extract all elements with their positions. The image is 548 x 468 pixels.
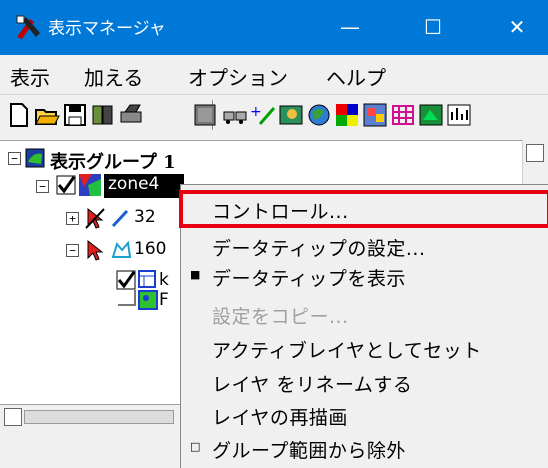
zone-label[interactable]: zone4	[108, 174, 159, 194]
status-area	[0, 430, 180, 468]
table-icon	[138, 270, 156, 288]
maximize-button[interactable]: ☐	[405, 0, 461, 55]
menu-item-show-datatips[interactable]: データティップを表示	[212, 264, 406, 291]
color-grid-icon[interactable]	[334, 102, 360, 128]
menu-item-rename-layer[interactable]: レイヤ をリネームする	[212, 370, 412, 397]
add-layer-icon[interactable]: +	[250, 102, 276, 128]
open-file-icon[interactable]	[34, 102, 60, 128]
menu-item-exclude-from-group[interactable]: グループ範囲から除外	[212, 436, 406, 463]
scroll-left-button[interactable]	[4, 408, 22, 426]
collapse-group-toggle[interactable]: −	[8, 152, 21, 165]
scroll-up-button[interactable]	[526, 144, 544, 162]
collapse-layer-toggle[interactable]: −	[66, 244, 79, 257]
unchecked-box-edge	[134, 290, 136, 306]
group-map-icon	[25, 148, 45, 168]
expand-layer-toggle[interactable]: +	[66, 212, 79, 225]
layer-icon[interactable]	[90, 102, 116, 128]
save-icon[interactable]	[62, 102, 88, 128]
menu-item-datatip-settings[interactable]: データティップの設定...	[212, 234, 425, 261]
menu-item-redraw-layer[interactable]: レイヤの再描画	[212, 403, 348, 430]
raster-layer-icon	[79, 174, 101, 196]
sublayer-label-k[interactable]: k	[159, 270, 169, 290]
menu-options[interactable]: オプション	[188, 62, 288, 91]
collapse-zone-toggle[interactable]: −	[36, 180, 49, 193]
chart-icon[interactable]	[446, 102, 472, 128]
checkbox-marker-icon: □	[190, 440, 201, 453]
cursor-layer-icon[interactable]	[84, 238, 106, 262]
layer-label-32[interactable]: 32	[134, 207, 156, 227]
menu-item-control[interactable]: コントロール...	[212, 197, 349, 224]
app-icon	[16, 15, 40, 39]
map-icon[interactable]	[278, 102, 304, 128]
tree-icon[interactable]	[418, 102, 444, 128]
close-button[interactable]: ✕	[489, 0, 545, 55]
menu-add[interactable]: 加える	[84, 62, 143, 91]
polygon-layer-icon	[111, 240, 132, 258]
menu-item-set-active-layer[interactable]: アクティブレイヤとしてセット	[212, 336, 482, 363]
checkmark-icon[interactable]	[56, 175, 76, 195]
layer-label-160[interactable]: 160	[134, 239, 166, 259]
checkmark-icon[interactable]	[116, 270, 136, 290]
menu-item-copy-settings: 設定をコピー...	[212, 306, 349, 328]
hidden-layer-icon[interactable]	[84, 206, 106, 230]
vehicles-icon[interactable]	[222, 102, 248, 128]
grid-icon[interactable]	[390, 102, 416, 128]
print-icon[interactable]	[118, 102, 144, 128]
line-layer-icon	[111, 209, 129, 228]
window-title: 表示マネージャ	[48, 19, 166, 39]
minimize-button[interactable]: —	[322, 0, 378, 55]
group-label[interactable]: 表示グループ 1	[50, 148, 176, 174]
menu-view[interactable]: 表示	[10, 62, 50, 91]
database-icon[interactable]	[192, 102, 218, 128]
scroll-thumb[interactable]	[24, 410, 174, 424]
sublayer-label-f[interactable]: F	[159, 290, 169, 310]
radio-marker-icon: ■	[190, 268, 201, 281]
svg-text:+: +	[250, 104, 262, 120]
new-file-icon[interactable]	[6, 102, 32, 128]
mosaic-icon[interactable]	[362, 102, 388, 128]
globe-icon[interactable]	[306, 102, 332, 128]
image-layer-icon	[138, 290, 158, 310]
menu-help[interactable]: ヘルプ	[326, 62, 386, 91]
